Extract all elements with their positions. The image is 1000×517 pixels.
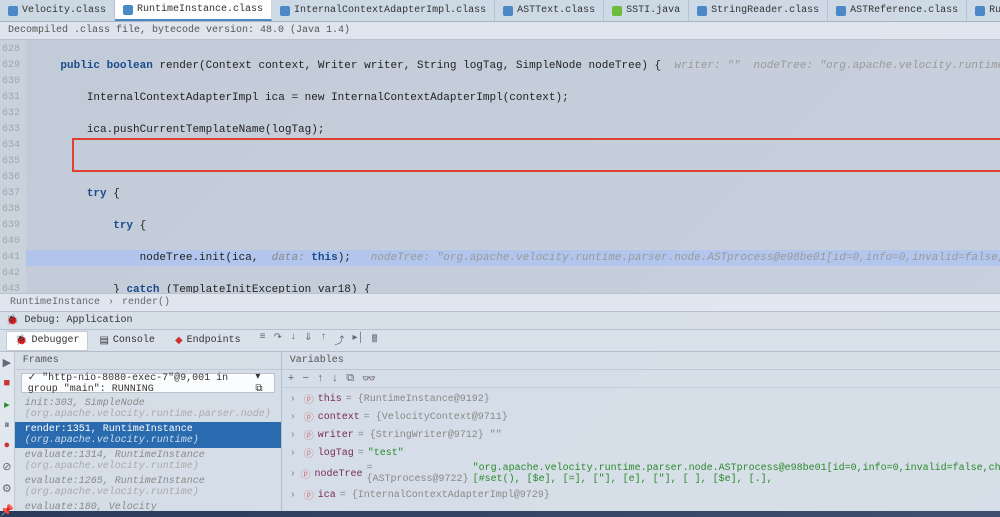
frames-panel: Frames ✓ "http-nio-8080-exec-7"@9,001 in… [15,352,282,511]
stack-frame[interactable]: evaluate:180, Velocity (org.apache.veloc… [15,500,281,511]
evaluate-icon[interactable]: 🖩 [372,332,378,349]
up-icon[interactable]: ↑ [317,373,324,385]
step-out-icon[interactable]: ↑ [320,332,326,349]
glasses-icon[interactable]: 👓 [362,372,376,386]
debug-panels: ▶ ■ ▸ ⏸ ● ⊘ ⚙ 📌 Frames ✓ "http-nio-8080-… [0,351,1000,511]
stack-frame[interactable]: evaluate:1314, RuntimeInstance (org.apac… [15,448,281,474]
expand-icon[interactable]: › [290,448,300,459]
variable-row[interactable]: ›ⓟthis = {RuntimeInstance@9192} [286,390,1000,408]
copy-icon[interactable]: ⧉ [346,373,354,385]
variables-header: Variables [282,352,1000,370]
frames-header: Frames [15,352,281,370]
variables-panel: Variables + − ↑ ↓ ⧉ 👓 ›ⓟthis = {RuntimeI… [282,352,1000,511]
chevron-down-icon: ▾ ⧉ [255,371,267,395]
file-icon [123,5,133,15]
code-area[interactable]: public boolean render(Context context, W… [26,40,1000,293]
tab-label: ASTReference.class [850,5,958,16]
param-icon: ⓟ [304,409,314,425]
remove-watch-icon[interactable]: − [302,373,309,385]
stop-icon[interactable]: ■ [4,378,11,390]
debug-step-icons: ≡ ↷ ↓ ⇓ ↑ ⤴ ▸│ 🖩 [260,332,378,349]
editor-tab[interactable]: StringReader.class [689,0,828,21]
show-exec-point-icon[interactable]: ≡ [260,332,266,349]
variables-list[interactable]: ›ⓟthis = {RuntimeInstance@9192}›ⓟcontext… [282,388,1000,511]
breadcrumb-method[interactable]: render() [122,297,170,308]
stack-frame[interactable]: init:303, SimpleNode (org.apache.velocit… [15,396,281,422]
expand-icon[interactable]: › [290,469,297,480]
file-icon [697,6,707,16]
tab-label: InternalContextAdapterImpl.class [294,5,486,16]
param-icon: ⓟ [304,391,314,407]
tab-label: RuntimeSingleton.class [989,5,1000,16]
tab-endpoints[interactable]: ◆Endpoints [166,331,250,351]
editor-tab[interactable]: ASTReference.class [828,0,967,21]
variables-toolbar: + − ↑ ↓ ⧉ 👓 [282,370,1000,388]
debug-left-toolbar: ▶ ■ ▸ ⏸ ● ⊘ ⚙ 📌 [0,352,15,511]
expand-icon[interactable]: › [290,412,300,423]
decompiled-banner: Decompiled .class file, bytecode version… [0,22,1000,40]
tab-label: RuntimeInstance.class [137,4,263,15]
stack-frame[interactable]: render:1351, RuntimeInstance (org.apache… [15,422,281,448]
expand-icon[interactable]: › [290,394,300,405]
view-breakpoints-icon[interactable]: ● [4,440,11,452]
file-icon [975,6,985,16]
stack-frame[interactable]: evaluate:1265, RuntimeInstance (org.apac… [15,474,281,500]
expand-icon[interactable]: › [290,490,300,501]
gutter: 628 629 630 631 632 633 634 635 636 637 … [0,40,26,293]
variable-row[interactable]: ›ⓟcontext = {VelocityContext@9711} [286,408,1000,426]
run-config-name[interactable]: Application [66,315,132,326]
editor-tab[interactable]: ASTText.class [495,0,604,21]
debug-header: 🐞 Debug: Application [0,311,1000,329]
editor-tab[interactable]: RuntimeInstance.class [115,0,272,21]
expand-icon[interactable]: › [290,430,300,441]
add-watch-icon[interactable]: + [288,373,295,385]
param-icon: ⓟ [304,445,314,461]
tab-label: SSTI.java [626,5,680,16]
variable-row[interactable]: ›ⓟlogTag = "test" [286,444,1000,462]
thread-selector[interactable]: ✓ "http-nio-8080-exec-7"@9,001 in group … [21,373,275,393]
file-icon [8,6,18,16]
param-icon: ⓟ [304,487,314,503]
editor-tab[interactable]: RuntimeSingleton.class [967,0,1000,21]
frames-list[interactable]: init:303, SimpleNode (org.apache.velocit… [15,396,281,511]
pause-icon[interactable]: ⏸ [4,420,10,432]
code-editor[interactable]: 628 629 630 631 632 633 634 635 636 637 … [0,40,1000,293]
tab-label: StringReader.class [711,5,819,16]
variable-row[interactable]: ›ⓟwriter = {StringWriter@9712} "" [286,426,1000,444]
tab-console[interactable]: ▤Console [90,331,163,351]
variable-row[interactable]: ›ⓟnodeTree = {ASTprocess@9722} "org.apac… [286,462,1000,486]
file-icon [503,6,513,16]
file-icon [612,6,622,16]
step-over-icon[interactable]: ↷ [274,332,282,349]
mute-breakpoints-icon[interactable]: ⊘ [2,460,11,474]
breadcrumb: RuntimeInstance › render() [0,293,1000,311]
tab-debugger[interactable]: 🐞Debugger [6,331,88,351]
file-icon [280,6,290,16]
run-to-cursor-icon[interactable]: ▸│ [352,332,363,349]
editor-tabbar: Velocity.class RuntimeInstance.class Inter… [0,0,1000,22]
editor-tab[interactable]: InternalContextAdapterImpl.class [272,0,495,21]
editor-tab[interactable]: SSTI.java [604,0,689,21]
tab-label: ASTText.class [517,5,595,16]
settings-icon[interactable]: ⚙ [2,482,12,496]
debug-toolbar: 🐞Debugger ▤Console ◆Endpoints ≡ ↷ ↓ ⇓ ↑ … [0,329,1000,351]
param-icon: ⓟ [301,466,311,482]
step-into-icon[interactable]: ↓ [290,332,296,349]
bug-icon: 🐞 [6,315,18,327]
drop-frame-icon[interactable]: ⤴ [334,332,344,349]
variable-row[interactable]: ›ⓟica = {InternalContextAdapterImpl@9729… [286,486,1000,504]
resume-icon[interactable]: ▸ [4,398,10,412]
down-icon[interactable]: ↓ [332,373,339,385]
force-step-into-icon[interactable]: ⇓ [304,332,312,349]
rerun-icon[interactable]: ▶ [3,356,11,370]
tab-label: Velocity.class [22,5,106,16]
param-icon: ⓟ [304,427,314,443]
breadcrumb-class[interactable]: RuntimeInstance [10,297,100,308]
file-icon [836,6,846,16]
editor-tab[interactable]: Velocity.class [0,0,115,21]
